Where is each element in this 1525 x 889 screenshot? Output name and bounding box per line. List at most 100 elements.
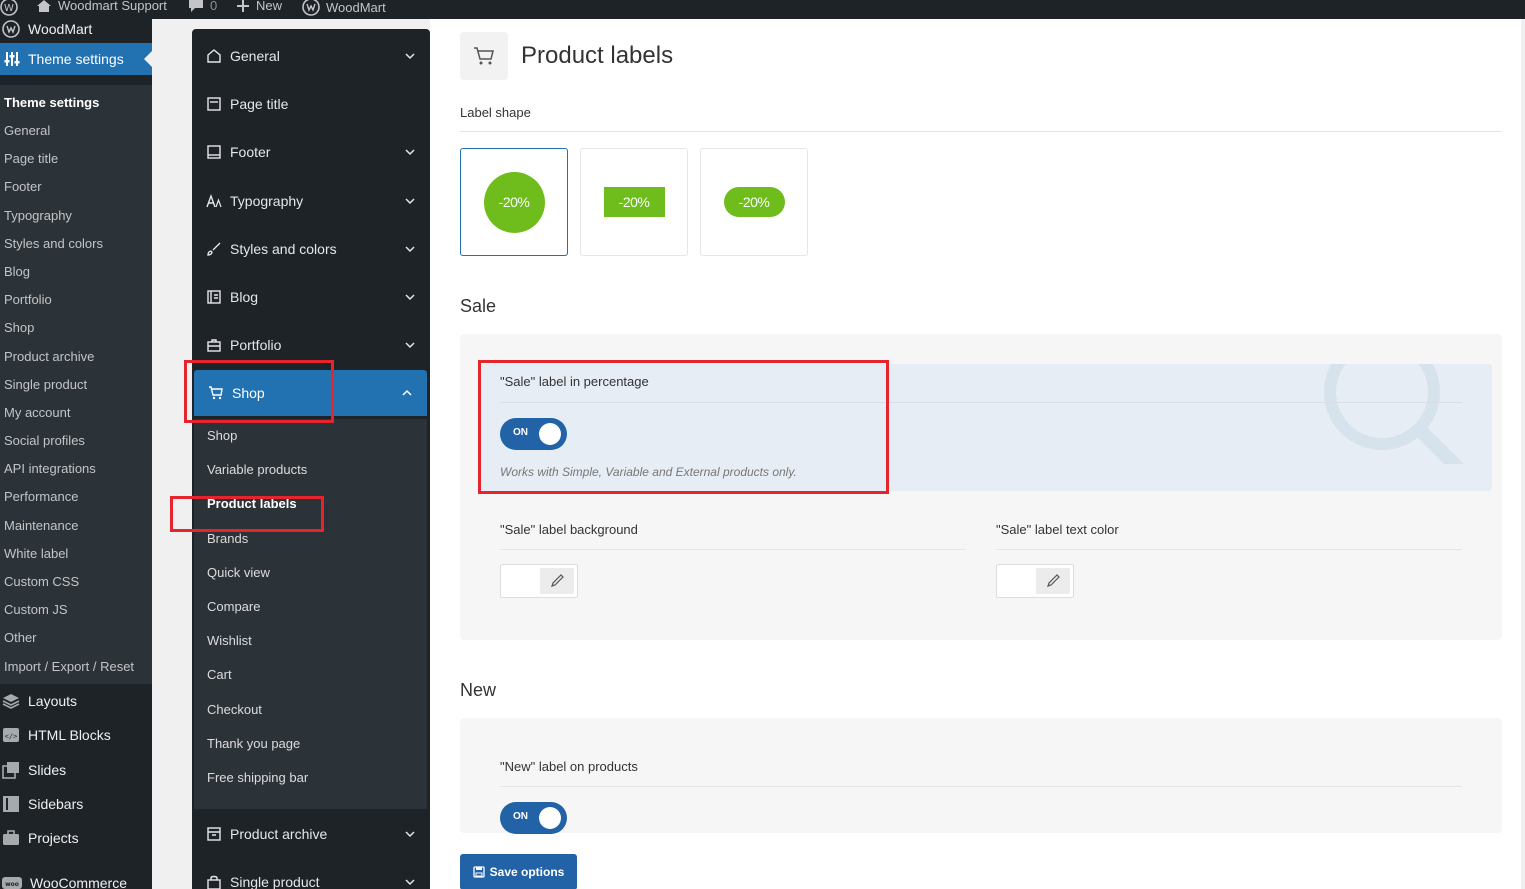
menu-html-blocks-label: HTML Blocks <box>28 727 111 744</box>
save-options-button[interactable]: Save options <box>460 854 577 889</box>
shop-subsection-shop[interactable]: Shop <box>194 419 427 453</box>
comment-icon <box>189 0 203 12</box>
new-content-link[interactable]: New <box>236 0 282 13</box>
archive-icon <box>207 827 221 841</box>
label-shape-rectangle-option[interactable]: -20% <box>580 148 688 256</box>
label-shape-circle-option[interactable]: -20% <box>460 148 568 256</box>
svg-text:woo: woo <box>5 881 19 888</box>
options-section-label: Single product <box>230 874 320 889</box>
menu-woodmart[interactable]: WoodMart <box>0 19 92 39</box>
menu-sidebars[interactable]: Sidebars <box>0 787 152 821</box>
options-section-typography[interactable]: Typography <box>192 178 430 224</box>
site-name: Woodmart Support <box>58 0 167 13</box>
submenu-item-performance[interactable]: Performance <box>0 484 152 512</box>
shop-subsection-compare[interactable]: Compare <box>194 590 427 624</box>
woocommerce-icon: woo <box>2 876 22 889</box>
content-scrollbar[interactable] <box>1521 19 1525 889</box>
shop-subsection-quick-view[interactable]: Quick view <box>194 556 427 590</box>
submenu-heading[interactable]: Theme settings <box>0 90 152 118</box>
code-block-icon: </> <box>3 728 19 743</box>
eyedropper-icon <box>551 574 564 587</box>
submenu-item-shop[interactable]: Shop <box>0 315 152 343</box>
options-section-page-title[interactable]: Page title <box>192 81 430 127</box>
submenu-item-api-integrations[interactable]: API integrations <box>0 456 152 484</box>
menu-woocommerce-label: WooCommerce <box>30 874 127 889</box>
plus-icon <box>237 0 249 12</box>
submenu-item-page-title[interactable]: Page title <box>0 146 152 174</box>
site-name-link[interactable]: Woodmart Support <box>36 0 167 13</box>
submenu-item-import-export-reset[interactable]: Import / Export / Reset <box>0 654 152 682</box>
menu-theme-settings-label: Theme settings <box>28 51 124 67</box>
search-icon <box>1324 364 1464 464</box>
options-section-blog[interactable]: Blog <box>192 274 430 320</box>
menu-slides[interactable]: Slides <box>0 753 152 787</box>
options-section-product-archive[interactable]: Product archive <box>192 811 430 857</box>
submenu-item-custom-js[interactable]: Custom JS <box>0 597 152 625</box>
label-shape-preview: -20% <box>603 187 665 217</box>
comments-count: 0 <box>210 0 218 13</box>
color-picker-button[interactable] <box>540 568 574 594</box>
submenu-item-my-account[interactable]: My account <box>0 400 152 428</box>
color-picker-button[interactable] <box>1036 568 1070 594</box>
divider <box>500 549 965 550</box>
options-section-styles-and-colors[interactable]: Styles and colors <box>192 226 430 272</box>
menu-theme-settings[interactable]: Theme settings <box>0 43 152 75</box>
options-section-footer[interactable]: Footer <box>192 129 430 175</box>
new-settings-group: "New" label on products ON <box>460 718 1502 834</box>
options-section-general[interactable]: General <box>192 33 430 79</box>
menu-projects[interactable]: Projects <box>0 821 152 855</box>
label-shape-label: Label shape <box>460 105 531 120</box>
menu-woocommerce[interactable]: woo WooCommerce <box>0 865 152 889</box>
submenu-item-single-product[interactable]: Single product <box>0 372 152 400</box>
annotation-box-sale-percentage <box>478 360 889 494</box>
shop-subsection-free-shipping-bar[interactable]: Free shipping bar <box>194 761 427 795</box>
woodmart-logo-icon <box>2 20 20 38</box>
new-on-products-label: "New" label on products <box>500 759 638 774</box>
wordpress-logo-icon[interactable]: W <box>0 0 18 16</box>
submenu-item-custom-css[interactable]: Custom CSS <box>0 569 152 597</box>
cart-icon <box>460 32 508 80</box>
options-section-single-product[interactable]: Single product <box>192 859 430 889</box>
menu-sidebars-label: Sidebars <box>28 796 84 813</box>
shop-subsection-thank-you-page[interactable]: Thank you page <box>194 727 427 761</box>
submenu-item-maintenance[interactable]: Maintenance <box>0 513 152 541</box>
woodmart-link[interactable]: WoodMart <box>302 0 386 16</box>
submenu-item-white-label[interactable]: White label <box>0 541 152 569</box>
menu-layouts[interactable]: Layouts <box>0 684 152 718</box>
options-section-label: General <box>230 48 280 64</box>
label-shape-rounded-option[interactable]: -20% <box>700 148 808 256</box>
new-on-products-toggle[interactable]: ON <box>500 802 567 834</box>
brush-icon <box>207 242 221 256</box>
menu-woodmart-label: WoodMart <box>28 21 93 37</box>
divider <box>996 549 1462 550</box>
submenu-item-styles-and-colors[interactable]: Styles and colors <box>0 231 152 259</box>
chevron-down-icon <box>405 198 415 205</box>
submenu-item-product-archive[interactable]: Product archive <box>0 344 152 372</box>
chevron-down-icon <box>405 53 415 60</box>
submenu-item-other[interactable]: Other <box>0 625 152 653</box>
shop-subsection-wishlist[interactable]: Wishlist <box>194 624 427 658</box>
chevron-down-icon <box>405 342 415 349</box>
shop-subsections: Shop Variable products Product labels Br… <box>194 419 427 809</box>
sale-text-color-field[interactable] <box>996 564 1074 598</box>
toggle-knob <box>539 807 561 829</box>
submenu-item-typography[interactable]: Typography <box>0 203 152 231</box>
sale-background-color-field[interactable] <box>500 564 578 598</box>
options-section-label: Footer <box>230 144 271 160</box>
options-section-label: Styles and colors <box>230 241 337 257</box>
submenu-item-social-profiles[interactable]: Social profiles <box>0 428 152 456</box>
submenu-item-footer[interactable]: Footer <box>0 174 152 202</box>
page-title: Product labels <box>521 42 674 69</box>
menu-html-blocks[interactable]: </> HTML Blocks <box>0 718 152 752</box>
shop-subsection-cart[interactable]: Cart <box>194 658 427 692</box>
submenu-item-general[interactable]: General <box>0 118 152 146</box>
shop-subsection-checkout[interactable]: Checkout <box>194 693 427 727</box>
comments-link[interactable]: 0 <box>188 0 217 13</box>
new-label: New <box>256 0 283 13</box>
chevron-down-icon <box>405 294 415 301</box>
shop-subsection-variable-products[interactable]: Variable products <box>194 453 427 487</box>
blog-icon <box>207 290 221 304</box>
submenu-item-blog[interactable]: Blog <box>0 259 152 287</box>
submenu-item-portfolio[interactable]: Portfolio <box>0 287 152 315</box>
save-icon <box>473 866 485 878</box>
